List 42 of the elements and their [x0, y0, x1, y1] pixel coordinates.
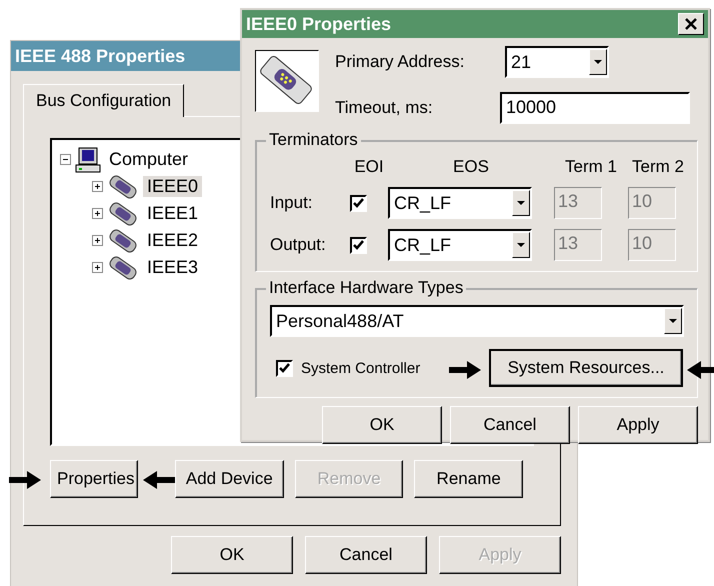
tree-item[interactable]: IEEE2 [143, 230, 202, 251]
window-title: IEEE 488 Properties [15, 46, 186, 66]
tree-item[interactable]: IEEE1 [143, 203, 202, 224]
row-label: Input: [270, 193, 314, 213]
dialog-button[interactable]: OK [322, 406, 442, 444]
column-header: EOI [353, 157, 385, 177]
field-label: Primary Address: [335, 52, 466, 72]
column-header: EOS [452, 157, 490, 177]
timeout-field[interactable]: 10000 [500, 92, 690, 124]
row-label: Output: [270, 235, 327, 255]
close-button[interactable] [678, 13, 704, 35]
tree-item[interactable]: IEEE3 [143, 257, 202, 278]
close-icon[interactable] [685, 18, 697, 30]
dialog-button[interactable]: Cancel [450, 406, 570, 444]
hardware-dropdown[interactable]: Personal488/AT [270, 305, 684, 337]
expand-icon[interactable] [92, 181, 103, 192]
dialog-button[interactable]: Cancel [305, 536, 427, 574]
checkbox[interactable] [350, 194, 367, 212]
eos-dropdown[interactable]: CR_LF [388, 229, 532, 261]
window-title: IEEE0 Properties [246, 14, 392, 34]
dialog-button[interactable]: Add Device [175, 460, 284, 498]
column-header: Term 1 [564, 157, 618, 177]
dialog-button[interactable]: Apply [578, 406, 698, 444]
expand-icon[interactable] [92, 262, 103, 273]
group-title: Interface Hardware Types [266, 278, 466, 298]
checkbox[interactable] [276, 360, 293, 376]
checkbox-label: System Controller [301, 360, 420, 376]
collapse-icon[interactable] [60, 154, 71, 165]
connector-icon [255, 50, 319, 112]
expand-icon[interactable] [92, 208, 103, 219]
expand-icon[interactable] [92, 235, 103, 246]
field-label: Timeout, ms: [335, 98, 434, 118]
tab[interactable]: Bus Configuration [23, 84, 184, 117]
eos-dropdown[interactable]: CR_LF [388, 187, 532, 219]
address-dropdown[interactable]: 21 [505, 46, 609, 78]
computer-icon [75, 146, 101, 172]
dialog-button[interactable]: Rename [414, 460, 524, 498]
tree-item[interactable]: IEEE0 [143, 176, 202, 197]
dialog-button[interactable]: OK [171, 536, 293, 574]
column-header: Term 2 [631, 157, 685, 177]
tree-item[interactable]: Computer [105, 149, 192, 170]
checkbox[interactable] [350, 236, 367, 254]
